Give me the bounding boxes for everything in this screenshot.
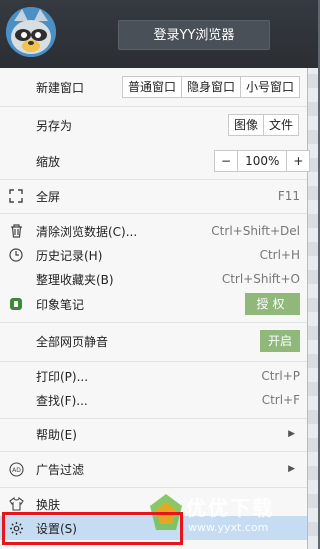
svg-text:AD: AD [12, 467, 21, 474]
evernote-icon [8, 296, 24, 312]
watermark-url: www.yyxt.com [188, 521, 269, 534]
menu-item-clear-data[interactable]: 清除浏览数据(C)... Ctrl+Shift+Del [0, 219, 307, 243]
zoom-in-button[interactable]: + [287, 151, 310, 171]
new-window-label: 新建窗口 [36, 80, 85, 95]
trash-icon [8, 223, 24, 239]
zoom-control: − 100% + [214, 150, 311, 172]
submenu-arrow-icon: ▶ [288, 429, 295, 439]
small-account-window-button[interactable]: 小号窗口 [241, 77, 300, 97]
raccoon-mascot-icon [6, 7, 56, 57]
menu-item-organize-favorites[interactable]: 整理收藏夹(B) Ctrl+Shift+O [0, 267, 307, 291]
history-shortcut: Ctrl+H [259, 248, 300, 262]
zoom-label: 缩放 [36, 154, 61, 169]
help-label: 帮助(E) [36, 427, 77, 442]
menu-item-new-window: 新建窗口 普通窗口 隐身窗口 小号窗口 [0, 68, 307, 106]
ad-filter-label: 广告过滤 [36, 462, 85, 477]
menu-item-ad-filter[interactable]: AD 广告过滤 ▶ [0, 455, 307, 483]
menu-item-print[interactable]: 打印(P)... Ctrl+P [0, 364, 307, 388]
separator [0, 418, 307, 419]
zoom-out-button[interactable]: − [215, 151, 239, 171]
skin-label: 换肤 [36, 497, 61, 512]
highlight-box [2, 512, 183, 545]
fullscreen-icon [8, 188, 24, 204]
zoom-level-value: 100% [238, 151, 288, 171]
ad-filter-icon: AD [8, 461, 24, 477]
shirt-icon [8, 496, 24, 512]
authorize-button[interactable]: 授权 [245, 293, 300, 315]
save-image-button[interactable]: 图像 [229, 115, 265, 135]
history-label: 历史记录(H) [36, 248, 103, 263]
print-label: 打印(P)... [36, 369, 89, 384]
menu-item-help[interactable]: 帮助(E) ▶ [0, 420, 307, 448]
find-label: 查找(F)... [36, 393, 88, 408]
mute-all-label: 全部网页静音 [36, 334, 109, 349]
menu-item-mute-all[interactable]: 全部网页静音 开启 [0, 327, 307, 355]
menu-item-find[interactable]: 查找(F)... Ctrl+F [0, 388, 307, 412]
menu-item-fullscreen[interactable]: 全屏 F11 [0, 180, 307, 212]
normal-window-button[interactable]: 普通窗口 [123, 77, 183, 97]
organize-favorites-shortcut: Ctrl+Shift+O [221, 272, 300, 286]
save-as-label: 另存为 [36, 118, 73, 133]
clear-data-label: 清除浏览数据(C)... [36, 224, 138, 239]
separator [0, 361, 307, 362]
find-shortcut: Ctrl+F [261, 393, 300, 407]
menu-header: 登录YY浏览器 [0, 0, 318, 68]
fullscreen-shortcut: F11 [277, 189, 300, 203]
clock-icon [8, 247, 24, 263]
browser-main-menu: 登录YY浏览器 新建窗口 普通窗口 隐身窗口 小号窗口 另存为 图像 文件 缩放… [0, 0, 318, 549]
evernote-label: 印象笔记 [36, 297, 85, 312]
separator [0, 322, 307, 323]
menu-item-evernote[interactable]: 印象笔记 授权 [0, 291, 307, 317]
menu-item-save-as: 另存为 图像 文件 [0, 107, 307, 143]
separator [0, 451, 307, 452]
user-avatar[interactable] [6, 7, 56, 57]
new-window-options: 普通窗口 隐身窗口 小号窗口 [122, 76, 301, 98]
clear-data-shortcut: Ctrl+Shift+Del [211, 224, 300, 238]
save-as-options: 图像 文件 [228, 114, 300, 136]
fullscreen-label: 全屏 [36, 189, 61, 204]
incognito-window-button[interactable]: 隐身窗口 [182, 77, 242, 97]
menu-item-history[interactable]: 历史记录(H) Ctrl+H [0, 243, 307, 267]
print-shortcut: Ctrl+P [261, 369, 300, 383]
submenu-arrow-icon: ▶ [288, 464, 295, 474]
separator [0, 213, 307, 214]
save-file-button[interactable]: 文件 [264, 115, 299, 135]
menu-item-zoom: 缩放 − 100% + [0, 143, 311, 179]
organize-favorites-label: 整理收藏夹(B) [36, 272, 114, 287]
enable-mute-button[interactable]: 开启 [260, 330, 300, 352]
watermark-text: 优优下载 [186, 496, 274, 520]
login-button[interactable]: 登录YY浏览器 [118, 20, 270, 50]
